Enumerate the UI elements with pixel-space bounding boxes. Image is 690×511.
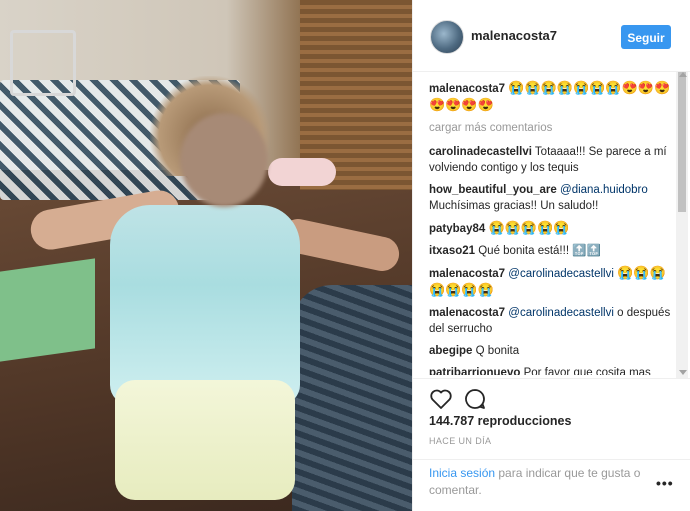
post-header: malenacosta7 Seguir: [413, 0, 690, 72]
login-divider: [413, 459, 690, 460]
comment-username[interactable]: malenacosta7: [429, 268, 505, 280]
comment-mention[interactable]: @carolinadecastellvi: [508, 307, 614, 319]
comment-item: abegipe Q bonita: [429, 343, 673, 359]
post-media-video[interactable]: [0, 0, 412, 511]
comment-text: Q bonita: [475, 345, 520, 357]
comment-icon[interactable]: [463, 387, 487, 411]
header-username[interactable]: malenacosta7: [471, 28, 557, 43]
scroll-up-arrow-icon[interactable]: [679, 72, 687, 77]
comment-username[interactable]: how_beautiful_you_are: [429, 184, 557, 196]
scroll-down-arrow-icon[interactable]: [679, 370, 687, 375]
child-dress: [110, 205, 300, 405]
caption-username[interactable]: malenacosta7: [429, 83, 505, 95]
load-more-comments-link[interactable]: cargar más comentarios: [429, 120, 673, 136]
media-cushion: [292, 285, 412, 511]
media-play-mat: [0, 258, 95, 362]
comment-item: how_beautiful_you_are @diana.huidobro Mu…: [429, 182, 673, 214]
caption: malenacosta7 😭😭😭😭😭😭😭😍😍😍😍😍😍😍: [429, 80, 673, 114]
comment-item: patybay84 😭😭😭😭😭: [429, 220, 673, 237]
comment-username[interactable]: malenacosta7: [429, 307, 505, 319]
comment-item: patribarrionuevo Por favor que cosita ma…: [429, 365, 673, 375]
more-options-icon[interactable]: •••: [656, 475, 674, 491]
post-timestamp[interactable]: HACE UN DÍA: [429, 436, 491, 446]
comments-list: malenacosta7 😭😭😭😭😭😭😭😍😍😍😍😍😍😍 cargar más c…: [429, 80, 673, 375]
heart-icon[interactable]: [429, 387, 453, 411]
comment-username[interactable]: patybay84: [429, 223, 485, 235]
comment-username[interactable]: carolinadecastellvi: [429, 146, 532, 158]
comments-scrollbar-thumb[interactable]: [678, 72, 686, 212]
comment-text: 😭😭😭😭😭: [488, 220, 570, 235]
comment-item: malenacosta7 @carolinadecastellvi 😭😭😭😭😭😭…: [429, 265, 673, 299]
comment-username[interactable]: itxaso21: [429, 245, 475, 257]
comment-text: Qué bonita está!!! 🔝🔝: [478, 245, 601, 257]
comment-text: Muchísimas gracias!! Un saludo!!: [429, 200, 599, 212]
comment-mention[interactable]: @carolinadecastellvi: [508, 268, 614, 280]
view-count: 144.787 reproducciones: [429, 414, 572, 428]
child-face-blurred: [180, 113, 268, 207]
comment-username[interactable]: patribarrionuevo: [429, 367, 520, 375]
follow-button[interactable]: Seguir: [621, 25, 671, 49]
media-chair: [10, 30, 76, 96]
media-toy: [268, 158, 336, 186]
login-link[interactable]: Inicia sesión: [429, 466, 495, 480]
post-actions: 144.787 reproducciones HACE UN DÍA Inici…: [413, 378, 690, 511]
comment-item: itxaso21 Qué bonita está!!! 🔝🔝: [429, 243, 673, 259]
avatar[interactable]: [430, 20, 464, 54]
child-skirt: [115, 380, 295, 500]
comment-item: malenacosta7 @carolinadecastellvi o desp…: [429, 305, 673, 337]
comment-username[interactable]: abegipe: [429, 345, 472, 357]
post-side-panel: malenacosta7 Seguir malenacosta7 😭😭😭😭😭😭😭…: [412, 0, 690, 511]
comment-mention[interactable]: @diana.huidobro: [560, 184, 648, 196]
comment-item: carolinadecastellvi Totaaaa!!! Se parece…: [429, 144, 673, 176]
login-prompt: Inicia sesión para indicar que te gusta …: [429, 465, 649, 499]
